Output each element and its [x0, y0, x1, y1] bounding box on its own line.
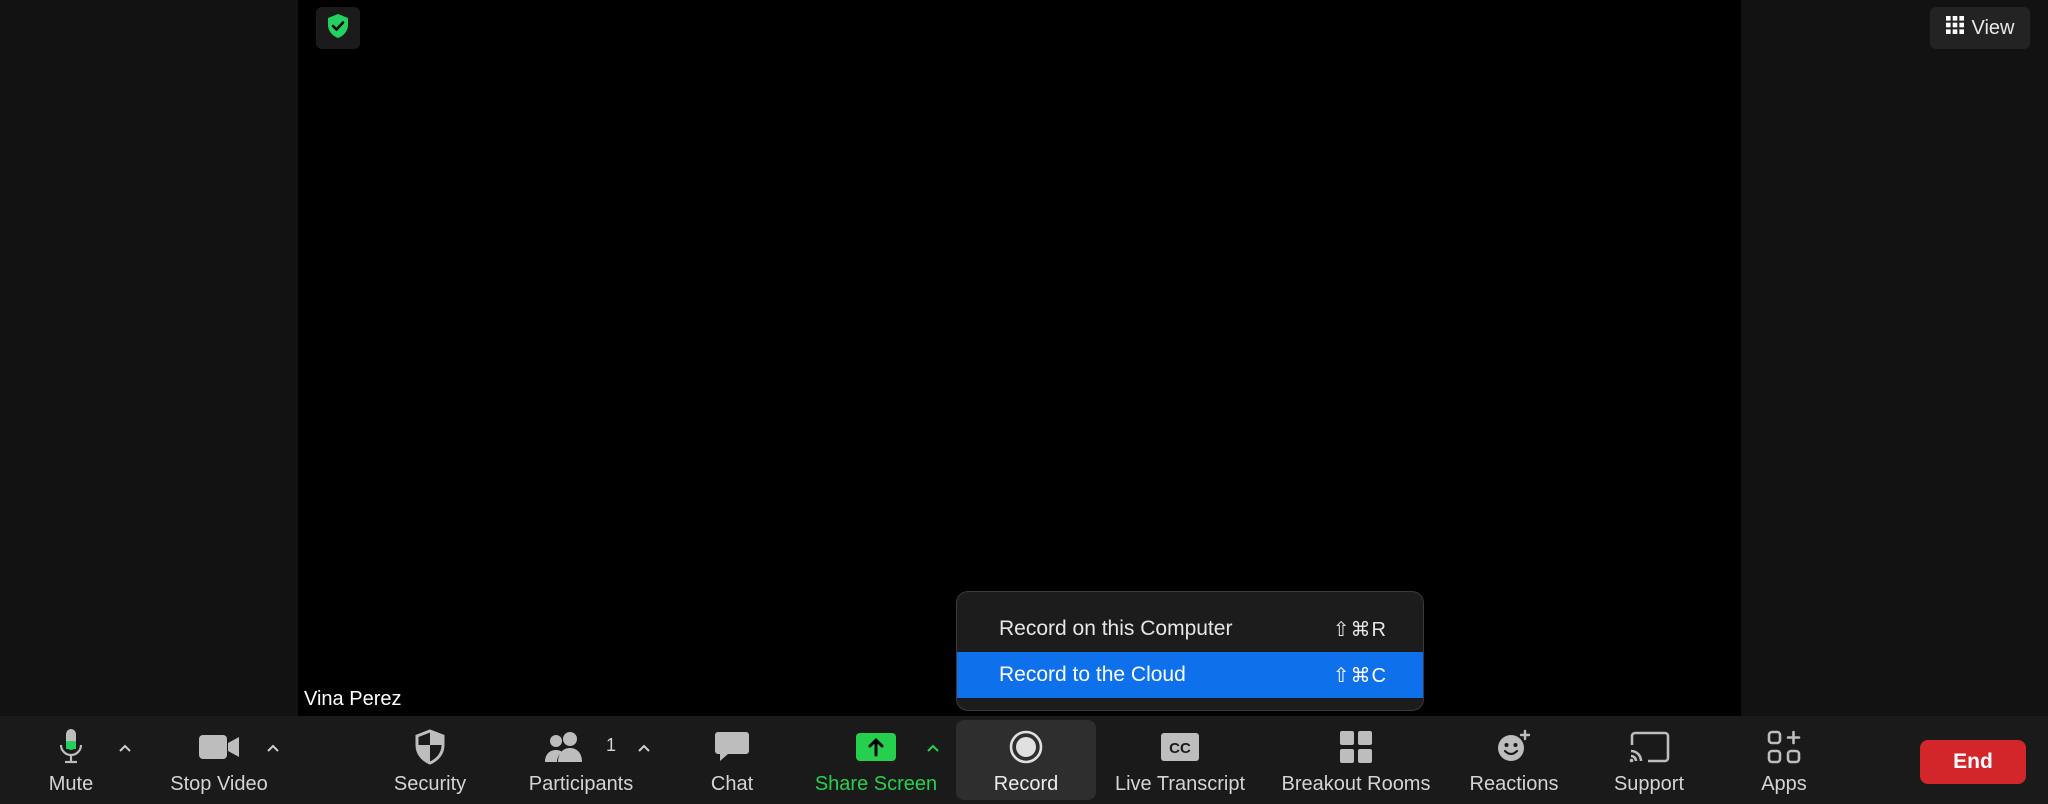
share-screen-label: Share Screen	[814, 773, 938, 795]
participants-options-caret[interactable]	[633, 738, 655, 760]
live-transcript-label: Live Transcript	[1114, 773, 1246, 795]
audio-options-caret[interactable]	[114, 738, 136, 760]
participants-count: 1	[606, 735, 617, 755]
chat-button[interactable]: Chat	[692, 720, 772, 800]
record-icon	[1009, 725, 1043, 769]
microphone-icon	[58, 725, 84, 769]
chevron-up-icon	[266, 740, 280, 758]
record-on-computer-item[interactable]: Record on this Computer ⇧⌘R	[957, 606, 1423, 652]
menu-item-shortcut: ⇧⌘R	[1332, 618, 1387, 641]
share-options-caret[interactable]	[922, 738, 944, 760]
participants-button[interactable]: 1 Participants	[520, 720, 642, 800]
breakout-rooms-icon	[1339, 725, 1373, 769]
apps-label: Apps	[1761, 773, 1807, 795]
video-camera-icon	[198, 725, 240, 769]
encryption-badge[interactable]	[316, 7, 360, 49]
record-to-cloud-item[interactable]: Record to the Cloud ⇧⌘C	[957, 652, 1423, 698]
screen-cast-icon	[1628, 725, 1670, 769]
reactions-button[interactable]: Reactions	[1462, 720, 1566, 800]
stop-video-label: Stop Video	[170, 773, 268, 795]
security-button[interactable]: Security	[380, 720, 480, 800]
shield-icon	[414, 725, 446, 769]
menu-item-label: Record on this Computer	[999, 617, 1233, 640]
cc-text: CC	[1169, 740, 1191, 757]
video-options-caret[interactable]	[262, 738, 284, 760]
chevron-up-icon	[637, 740, 651, 758]
smiley-add-icon	[1496, 725, 1532, 769]
live-transcript-button[interactable]: CC Live Transcript	[1106, 720, 1254, 800]
security-label: Security	[393, 773, 467, 795]
share-screen-icon	[855, 725, 897, 769]
grid-icon	[1945, 16, 1964, 40]
breakout-rooms-button[interactable]: Breakout Rooms	[1276, 720, 1436, 800]
view-label: View	[1971, 16, 2015, 39]
mute-button[interactable]: Mute	[30, 720, 112, 800]
mute-label: Mute	[48, 773, 94, 795]
support-button[interactable]: Support	[1602, 720, 1696, 800]
menu-item-label: Record to the Cloud	[999, 663, 1186, 686]
breakout-rooms-label: Breakout Rooms	[1281, 773, 1431, 795]
apps-icon	[1767, 725, 1801, 769]
end-meeting-button[interactable]: End	[1920, 740, 2026, 784]
menu-item-shortcut: ⇧⌘C	[1332, 664, 1387, 687]
share-screen-button[interactable]: Share Screen	[808, 720, 944, 800]
participant-name: Vina Perez	[304, 688, 402, 710]
record-button[interactable]: Record	[956, 720, 1096, 800]
apps-button[interactable]: Apps	[1744, 720, 1824, 800]
support-label: Support	[1613, 773, 1685, 795]
reactions-label: Reactions	[1469, 773, 1559, 795]
participants-icon: 1	[520, 725, 642, 769]
view-button[interactable]: View	[1930, 7, 2030, 49]
record-label: Record	[993, 773, 1059, 795]
closed-caption-icon: CC	[1160, 725, 1200, 769]
chevron-up-icon	[926, 740, 940, 758]
chat-label: Chat	[710, 773, 754, 795]
chat-bubble-icon	[714, 725, 750, 769]
record-menu: Record on this Computer ⇧⌘R Record to th…	[956, 591, 1424, 711]
chevron-up-icon	[118, 740, 132, 758]
participants-label: Participants	[528, 773, 634, 795]
shield-check-icon	[326, 13, 350, 44]
stop-video-button[interactable]: Stop Video	[158, 720, 280, 800]
meeting-toolbar: Mute Stop Video Security 1 Participants …	[0, 716, 2048, 804]
